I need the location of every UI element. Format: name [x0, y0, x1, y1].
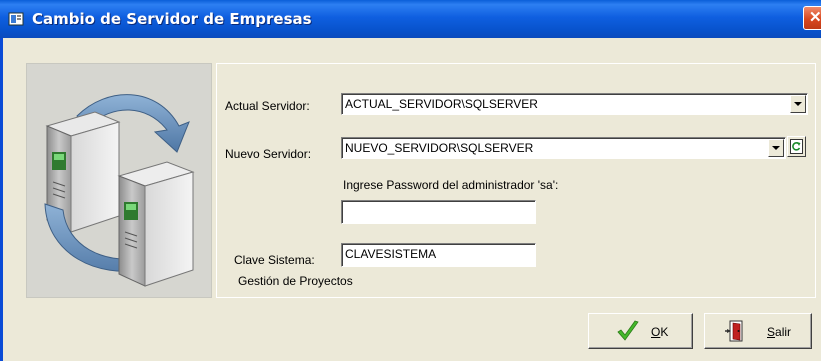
- new-server-label: Nuevo Servidor:: [225, 147, 312, 161]
- system-key-label: Clave Sistema:: [234, 253, 315, 267]
- current-server-dropdown-button[interactable]: [790, 95, 806, 113]
- exit-label: Salir: [767, 325, 792, 339]
- ok-button[interactable]: OK: [588, 313, 693, 349]
- refresh-button[interactable]: [787, 136, 806, 157]
- chevron-down-icon: [772, 146, 780, 150]
- window-title: Cambio de Servidor de Empresas: [32, 10, 312, 28]
- window-border: [0, 38, 3, 361]
- refresh-icon: [790, 139, 803, 154]
- close-icon: ✕: [809, 9, 821, 26]
- password-prompt-label: Ingrese Password del administrador 'sa':: [343, 178, 559, 192]
- illustration-panel: [26, 63, 212, 298]
- current-server-label: Actual Servidor:: [225, 99, 310, 113]
- footer-caption: Gestión de Proyectos: [238, 274, 353, 288]
- current-server-value: ACTUAL_SERVIDOR\SQLSERVER: [345, 97, 538, 111]
- password-input[interactable]: [341, 200, 536, 224]
- chevron-down-icon: [794, 102, 802, 106]
- system-key-input[interactable]: CLAVESISTEMA: [341, 243, 536, 267]
- title-bar[interactable]: Cambio de Servidor de Empresas ✕: [0, 0, 821, 38]
- new-server-select[interactable]: NUEVO_SERVIDOR\SQLSERVER: [341, 137, 786, 159]
- checkmark-icon: [617, 320, 639, 341]
- app-icon: [8, 12, 24, 26]
- dialog-window: Cambio de Servidor de Empresas ✕ Actual …: [0, 0, 821, 361]
- exit-button[interactable]: Salir: [704, 313, 812, 349]
- new-server-value: NUEVO_SERVIDOR\SQLSERVER: [345, 141, 534, 155]
- system-key-value: CLAVESISTEMA: [345, 247, 437, 261]
- new-server-dropdown-button[interactable]: [768, 139, 784, 157]
- close-button[interactable]: ✕: [803, 6, 821, 30]
- server-swap-illustration-icon: [44, 94, 195, 287]
- exit-door-icon: [725, 320, 743, 342]
- current-server-select[interactable]: ACTUAL_SERVIDOR\SQLSERVER: [341, 93, 808, 115]
- ok-label: OK: [651, 325, 669, 339]
